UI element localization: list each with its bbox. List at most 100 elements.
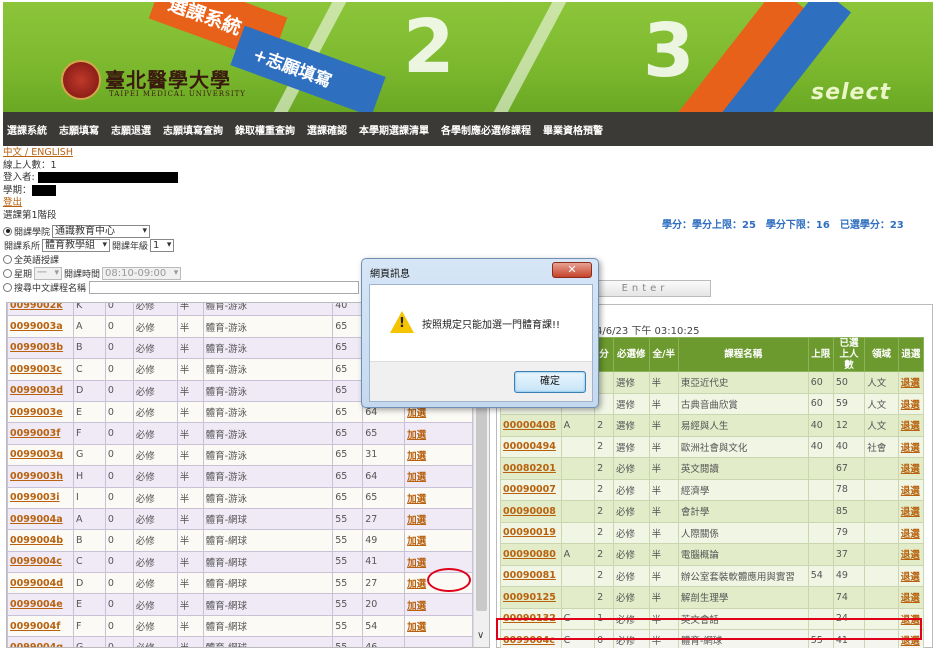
dialog-close-button[interactable]: ✕ xyxy=(552,262,592,278)
header-domain: 領域 xyxy=(864,337,899,372)
nav-weight-query[interactable]: 錄取權重查詢 xyxy=(235,122,295,137)
course-code-link[interactable]: 0099003b xyxy=(10,342,63,353)
dialog-ok-button[interactable]: 確定 xyxy=(514,371,586,393)
drop-link[interactable]: 退選 xyxy=(901,593,920,604)
course-code-link[interactable]: 0099004c xyxy=(10,556,62,567)
course-code-link[interactable]: 0099002k xyxy=(10,303,63,311)
course-row: 0099003h H 0 必修半體育-游泳 65 64 加選 xyxy=(7,465,473,488)
add-link[interactable]: 加選 xyxy=(407,515,426,526)
course-cell: 0099003h xyxy=(7,465,74,488)
dept-select[interactable]: 體育教學組 xyxy=(42,238,111,252)
course-name-search-input[interactable] xyxy=(89,280,360,294)
nav-graduation-warning[interactable]: 畢業資格預警 xyxy=(543,122,603,137)
course-code-link[interactable]: 0099003e xyxy=(10,407,63,418)
selected-code-link[interactable]: 00090007 xyxy=(503,484,556,495)
nav-wish-fill[interactable]: 志願填寫 xyxy=(59,122,99,137)
highlight-add-button xyxy=(427,568,471,592)
add-link[interactable]: 加選 xyxy=(407,472,426,483)
drop-link[interactable]: 退選 xyxy=(901,378,920,389)
selected-code-link[interactable]: 00090019 xyxy=(503,527,556,538)
required-cell: 必修 xyxy=(612,586,650,609)
add-link[interactable]: 加選 xyxy=(407,558,426,569)
selected-code-link[interactable]: 00090080 xyxy=(503,549,556,560)
credit-cell: 0 xyxy=(104,443,134,467)
nav-required-courses[interactable]: 各學制應必選修課程 xyxy=(441,122,531,137)
course-code-link[interactable]: 0099003g xyxy=(10,449,63,460)
course-code-link[interactable]: 0099004b xyxy=(10,535,63,546)
enrolled-cell: 67 xyxy=(832,457,866,480)
drop-link[interactable]: 退選 xyxy=(901,464,920,475)
drop-link[interactable]: 退選 xyxy=(901,400,920,411)
course-code-link[interactable]: 0099003d xyxy=(10,385,63,396)
selected-cell: 00080201 xyxy=(500,457,562,480)
course-code-link[interactable]: 0099003h xyxy=(10,471,63,482)
selected-code-link[interactable]: 00090081 xyxy=(503,570,556,581)
course-code-link[interactable]: 0099003c xyxy=(10,364,62,375)
week-select[interactable]: 一 xyxy=(34,266,63,280)
add-link[interactable]: 加選 xyxy=(407,494,426,505)
add-link[interactable]: 加選 xyxy=(407,430,426,441)
selected-code-link[interactable]: 00080201 xyxy=(503,463,556,474)
selected-code-link[interactable]: 00000494 xyxy=(503,441,556,452)
time-select[interactable]: 08:10-09:00 xyxy=(102,266,182,280)
nav-course-confirm[interactable]: 選課確認 xyxy=(307,122,347,137)
enrolled-cell: 54 xyxy=(362,614,406,638)
selected-course-row: 00090080 A 2 必修半電腦概論 37 退選 xyxy=(500,543,925,566)
logout-link[interactable]: 登出 xyxy=(3,197,22,208)
selected-code-link[interactable]: 00090125 xyxy=(503,592,556,603)
domain-cell xyxy=(864,500,899,523)
drop-link[interactable]: 退選 xyxy=(901,550,920,561)
course-code-link[interactable]: 0099004d xyxy=(10,578,63,589)
radio-english[interactable] xyxy=(3,254,12,264)
drop-link[interactable]: 退選 xyxy=(901,507,920,518)
nav-semester-list[interactable]: 本學期選課清單 xyxy=(359,122,429,137)
add-link[interactable]: 加選 xyxy=(407,601,426,612)
half-cell: 半 xyxy=(176,400,204,424)
drop-link[interactable]: 退選 xyxy=(901,421,920,432)
class-cell: B xyxy=(72,529,106,552)
class-cell: E xyxy=(72,400,106,424)
nav-wish-query[interactable]: 志願填寫查詢 xyxy=(163,122,223,137)
course-name-cell: 體育-游泳 xyxy=(202,486,334,509)
college-select[interactable]: 通識教育中心 xyxy=(52,224,151,238)
course-cell: 加選 xyxy=(404,465,473,488)
selected-cell: 退選 xyxy=(897,564,925,587)
domain-cell xyxy=(864,564,899,587)
drop-link[interactable]: 退選 xyxy=(901,486,920,497)
course-cell: 加選 xyxy=(404,593,473,616)
radio-college[interactable] xyxy=(3,226,12,236)
course-code-link[interactable]: 0099004a xyxy=(10,514,63,525)
selected-code-link[interactable]: 00090008 xyxy=(503,506,556,517)
selected-code-link[interactable]: 00000408 xyxy=(503,420,556,431)
selected-cell: 00090007 xyxy=(500,478,562,501)
drop-link[interactable]: 退選 xyxy=(901,572,920,583)
course-cell xyxy=(404,636,473,647)
course-name-cell: 電腦概論 xyxy=(677,543,809,566)
drop-link[interactable]: 退選 xyxy=(901,529,920,540)
course-code-link[interactable]: 0099003f xyxy=(10,428,60,439)
add-link[interactable]: 加選 xyxy=(407,536,426,547)
add-link[interactable]: 加選 xyxy=(407,579,426,590)
course-code-link[interactable]: 0099004g xyxy=(10,642,63,647)
domain-cell: 人文 xyxy=(864,392,899,415)
course-code-link[interactable]: 0099004e xyxy=(10,599,63,610)
add-link[interactable]: 加選 xyxy=(407,622,426,633)
nav-wish-drop[interactable]: 志願退選 xyxy=(111,122,151,137)
add-link[interactable]: 加選 xyxy=(407,408,426,419)
drop-link[interactable]: 退選 xyxy=(901,443,920,454)
radio-week[interactable] xyxy=(3,268,12,278)
radio-search[interactable] xyxy=(3,282,12,292)
online-count: 線上人數：1 xyxy=(3,159,57,171)
course-cell: 加選 xyxy=(404,422,473,445)
half-cell: 半 xyxy=(176,614,204,638)
scroll-down-icon[interactable]: ∨ xyxy=(477,630,484,641)
course-code-link[interactable]: 0099003a xyxy=(10,321,63,332)
domain-cell xyxy=(864,521,899,544)
add-link[interactable]: 加選 xyxy=(407,451,426,462)
grade-select[interactable]: 1 xyxy=(150,238,175,252)
language-switch-link[interactable]: 中文 / ENGLISH xyxy=(3,147,73,158)
course-code-link[interactable]: 0099003i xyxy=(10,492,60,503)
course-code-link[interactable]: 0099004f xyxy=(10,621,60,632)
course-name-cell: 體育-游泳 xyxy=(202,422,334,445)
nav-course-system[interactable]: 選課系統 xyxy=(7,122,47,137)
